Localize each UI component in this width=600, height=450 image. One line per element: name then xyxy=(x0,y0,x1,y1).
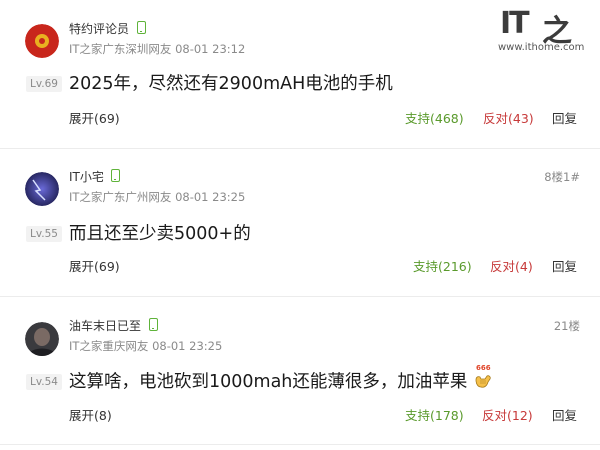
watermark-url: www.ithome.com xyxy=(498,42,585,53)
username[interactable]: IT小宅 xyxy=(69,168,104,185)
expand-replies-link[interactable]: 展开(69) xyxy=(69,256,120,275)
watermark-it-text: IT xyxy=(500,6,530,41)
floor-number: 21楼 xyxy=(553,319,580,333)
oppose-button[interactable]: 反对(4) xyxy=(490,256,533,275)
phone-icon xyxy=(149,318,158,331)
divider xyxy=(0,148,600,149)
avatar-image xyxy=(25,24,59,58)
avatar-image xyxy=(25,172,59,206)
support-button[interactable]: 支持(178) xyxy=(405,405,464,424)
avatar[interactable] xyxy=(25,24,59,58)
username[interactable]: 特约评论员 xyxy=(69,20,129,37)
divider xyxy=(0,444,600,445)
user-level-badge: Lv.69 xyxy=(26,76,62,92)
reply-button[interactable]: 回复 xyxy=(552,108,577,127)
comment-content-text: 这算啥，电池砍到1000mah还能薄很多，加油苹果 xyxy=(69,372,468,392)
user-level-badge: Lv.55 xyxy=(26,226,62,242)
comment-meta: IT之家广东深圳网友 08-01 23:12 xyxy=(69,42,246,56)
comment-content: 2025年，尽然还有2900mAH电池的手机 xyxy=(69,74,393,94)
floor-number: 8楼1# xyxy=(544,170,580,184)
phone-icon xyxy=(111,169,120,182)
avatar[interactable] xyxy=(25,172,59,206)
avatar-image xyxy=(25,322,59,356)
emoji-666-label: 666 xyxy=(475,364,491,372)
comment-meta: IT之家广东广州网友 08-01 23:25 xyxy=(69,190,246,204)
oppose-button[interactable]: 反对(12) xyxy=(482,405,533,424)
support-button[interactable]: 支持(468) xyxy=(405,108,464,127)
oppose-button[interactable]: 反对(43) xyxy=(483,108,534,127)
shaka-hand-emoji-icon: 666 xyxy=(473,364,493,388)
expand-replies-link[interactable]: 展开(69) xyxy=(69,108,120,127)
support-button[interactable]: 支持(216) xyxy=(413,256,472,275)
reply-button[interactable]: 回复 xyxy=(552,405,577,424)
comment-content: 而且还至少卖5000+的 xyxy=(69,224,251,244)
user-level-badge: Lv.54 xyxy=(26,374,62,390)
username[interactable]: 油车末日已至 xyxy=(69,317,141,334)
expand-replies-link[interactable]: 展开(8) xyxy=(69,405,112,424)
phone-icon xyxy=(137,21,146,34)
reply-button[interactable]: 回复 xyxy=(552,256,577,275)
comment-meta: IT之家重庆网友 08-01 23:25 xyxy=(69,339,223,353)
avatar[interactable] xyxy=(25,322,59,356)
divider xyxy=(0,296,600,297)
comment-content: 这算啥，电池砍到1000mah还能薄很多，加油苹果 666 xyxy=(69,364,493,393)
ithome-watermark: IT 之 www.ithome.com xyxy=(498,6,588,58)
